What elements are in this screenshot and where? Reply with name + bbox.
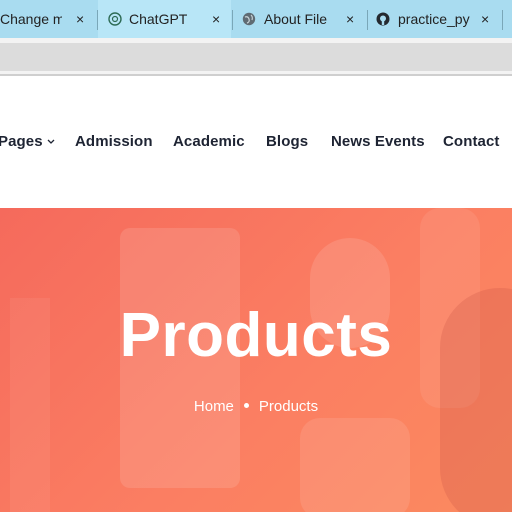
tab-title: ChatGPT [129,11,188,27]
breadcrumb: Home Products [0,398,512,415]
browser-tab-strip: Change mo × ChatGPT × About File × pract… [0,0,512,38]
breadcrumb-current: Products [258,398,319,415]
chatgpt-icon [108,12,122,26]
close-icon[interactable]: × [212,11,220,27]
nav-item-contact[interactable]: Contact [443,133,500,150]
tab-about-file[interactable]: About File × [233,0,366,38]
close-icon[interactable]: × [76,11,84,27]
nav-item-pages[interactable]: Pages [0,133,55,150]
globe-icon [242,12,256,26]
nav-item-blogs[interactable]: Blogs [266,133,308,150]
tab-title: practice_py [398,11,470,27]
tab-divider [502,10,503,30]
address-bar[interactable] [0,43,512,71]
nav-item-label: Pages [0,133,43,150]
tab-practice-py[interactable]: practice_py × [368,0,501,38]
chevron-down-icon [47,139,55,144]
nav-item-news-events[interactable]: News Events [331,133,425,150]
background-photo-shape [300,418,410,512]
breadcrumb-home-link[interactable]: Home [194,398,234,415]
breadcrumb-separator [243,403,249,408]
close-icon[interactable]: × [346,11,354,27]
nav-item-admission[interactable]: Admission [75,133,153,150]
page-title: Products [119,301,393,370]
github-icon [376,12,390,26]
tab-change-mode[interactable]: Change mo × [0,0,96,38]
nav-item-academic[interactable]: Academic [173,133,245,150]
tab-title: About File [264,11,328,27]
close-icon[interactable]: × [481,11,489,27]
tab-chatgpt[interactable]: ChatGPT × [98,0,231,38]
tab-title: Change mo [0,11,62,27]
